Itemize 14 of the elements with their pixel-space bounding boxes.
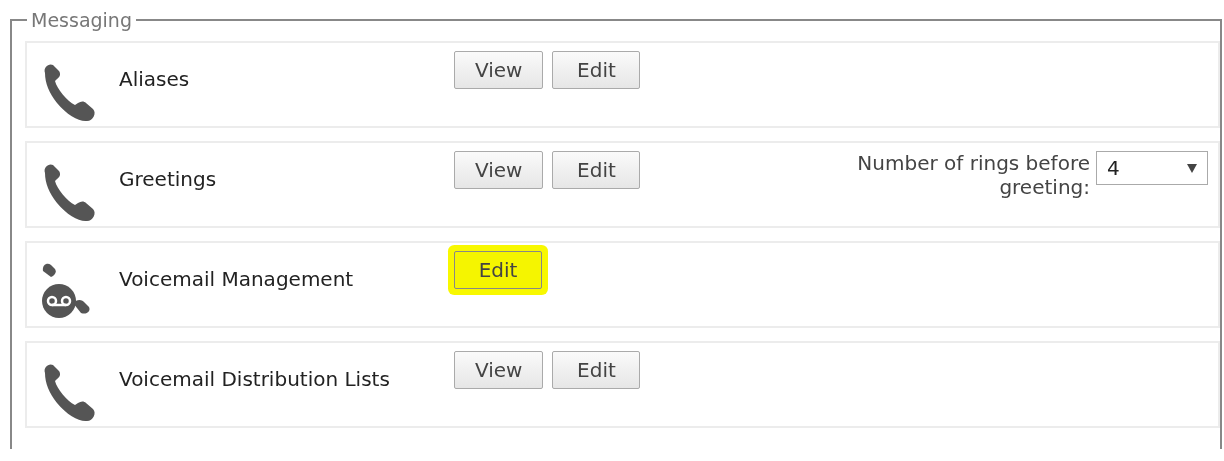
setting-label: Number of rings before greeting: — [856, 151, 1090, 199]
edit-button[interactable]: Edit — [552, 351, 641, 389]
rings-dropdown[interactable]: 4 — [1096, 151, 1208, 185]
row-label: Voicemail Distribution Lists — [119, 367, 391, 391]
view-button[interactable]: View — [454, 351, 544, 389]
view-button[interactable]: View — [454, 51, 544, 89]
row-label: Voicemail Management — [119, 267, 355, 291]
group-title: Messaging — [30, 9, 133, 31]
edit-button[interactable]: Edit — [552, 151, 641, 189]
row-label: Aliases — [119, 67, 191, 91]
edit-button[interactable]: Edit — [552, 51, 641, 89]
view-button[interactable]: View — [454, 151, 544, 189]
caret-icon — [1187, 163, 1197, 173]
row-label: Greetings — [119, 167, 218, 191]
